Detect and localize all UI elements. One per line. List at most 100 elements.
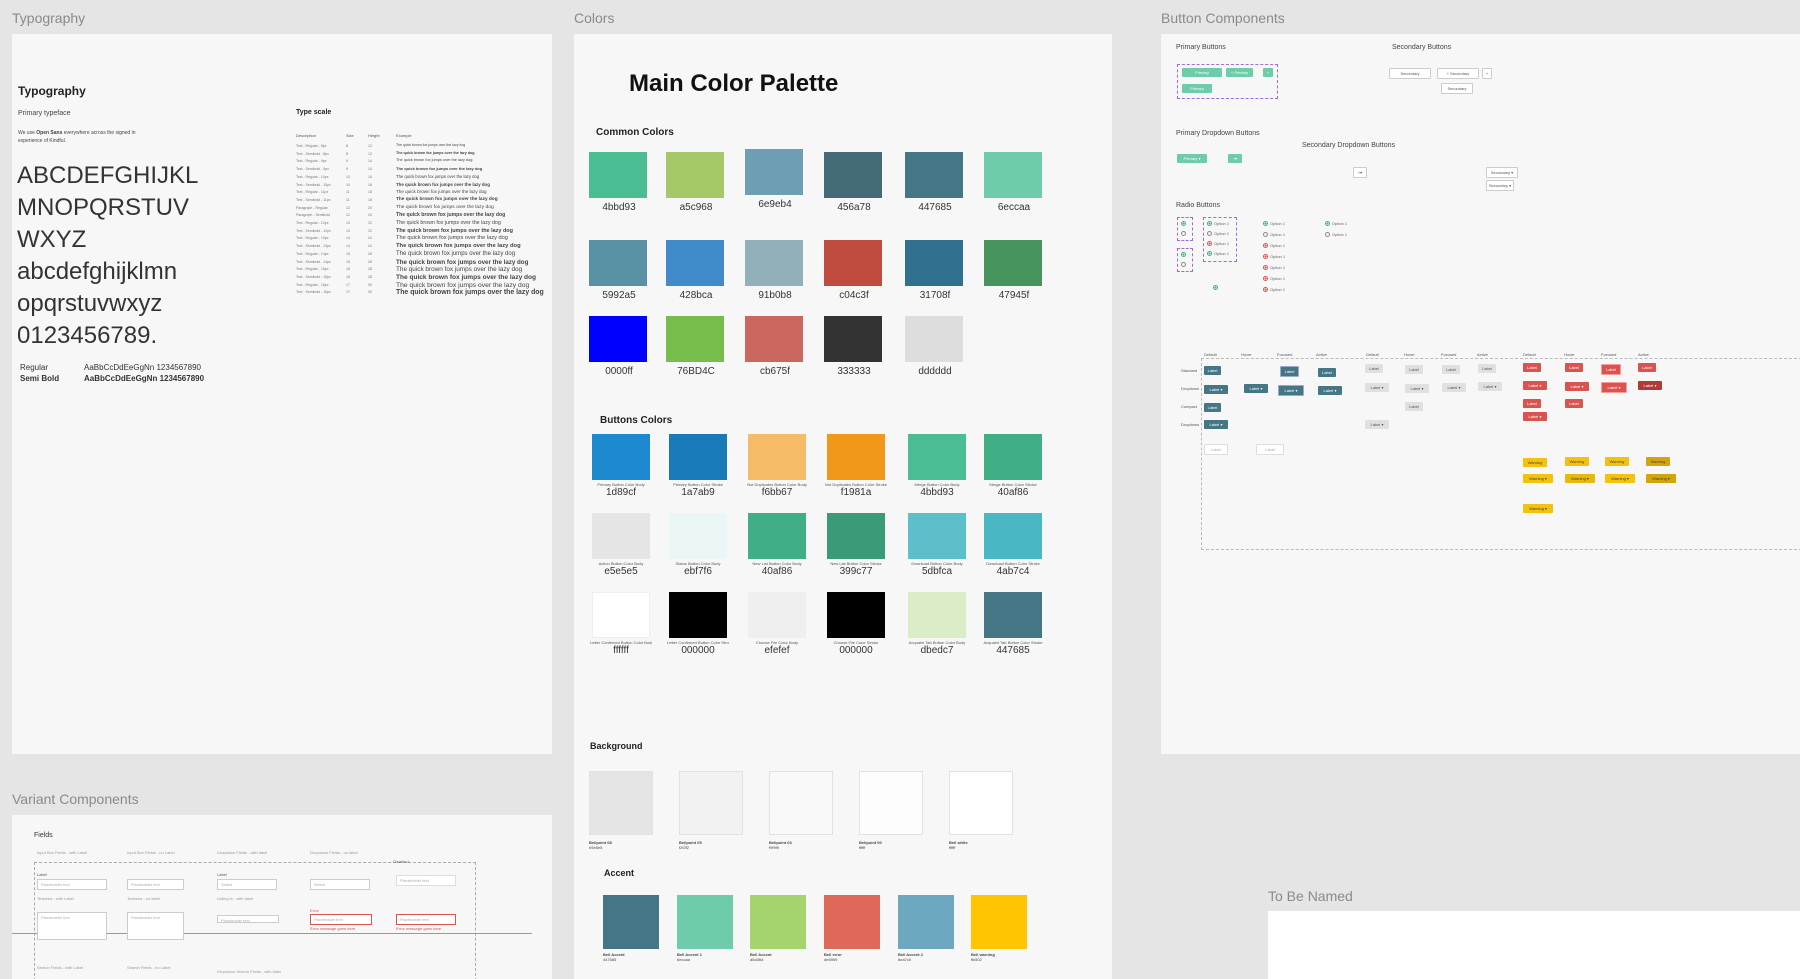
radio-button[interactable] (1181, 221, 1186, 226)
dropdown-state-button[interactable]: Label ▾ (1244, 384, 1268, 393)
secondary-dropdown-icon-button[interactable]: +▾ (1353, 167, 1367, 178)
primary-dropdown-button[interactable]: Primary ▾ (1177, 154, 1207, 163)
radio-button[interactable] (1263, 287, 1268, 292)
primary-dropdown-icon-button[interactable]: +▾ (1228, 154, 1242, 163)
color-swatch[interactable]: 428bca (666, 240, 726, 301)
button-color-swatch[interactable]: Merge Button Color Body 4bbd93 (906, 434, 968, 498)
state-button[interactable]: Label (1523, 399, 1541, 408)
radio-button[interactable] (1207, 221, 1212, 226)
dropdown-state-button[interactable]: Label ▾ (1638, 381, 1662, 390)
radio-button[interactable] (1263, 221, 1268, 226)
dropdown-input[interactable]: Select (217, 879, 277, 890)
color-swatch[interactable]: 456a78 (824, 152, 884, 213)
color-swatch[interactable]: 447685 (905, 152, 965, 213)
radio-button[interactable] (1263, 232, 1268, 237)
state-button[interactable]: Label (1204, 366, 1221, 375)
frame-title-button-components[interactable]: Button Components (1161, 10, 1285, 26)
dropdown-state-button[interactable]: Label ▾ (1523, 381, 1547, 390)
textarea[interactable]: Placeholder text (37, 912, 107, 940)
dropdown-state-button[interactable]: Label ▾ (1442, 383, 1466, 392)
button-color-swatch[interactable]: Primary Button Color Body 1d89cf (590, 434, 652, 498)
dropdown-state-button[interactable]: Warning ▾ (1605, 474, 1635, 483)
radio-button[interactable] (1263, 265, 1268, 270)
background-swatch[interactable]: Bellpoint 03 f9f9f9 (769, 771, 833, 850)
background-swatch[interactable]: Bellpoint 00 ffffff (859, 771, 923, 850)
dropdown-state-button[interactable]: Label ▾ (1478, 382, 1502, 391)
listing-input[interactable]: Placeholder text (217, 915, 279, 923)
state-button[interactable]: Warning (1523, 458, 1547, 467)
button-color-swatch[interactable]: Merge Button Color Stroke 40af86 (982, 434, 1044, 498)
dropdown-state-button[interactable]: Label ▾ (1365, 420, 1389, 429)
dropdown-state-button[interactable]: Label ▾ (1278, 385, 1304, 396)
radio-button[interactable] (1207, 251, 1212, 256)
error-input[interactable]: Placeholder text (310, 914, 372, 925)
dropdown-state-button[interactable]: Label ▾ (1204, 385, 1228, 394)
frame-title-colors[interactable]: Colors (574, 10, 614, 26)
radio-button[interactable] (1181, 262, 1186, 267)
button-color-swatch[interactable]: Download Button Color Stroke 4ab7c4 (982, 513, 1044, 577)
accent-swatch[interactable]: Bell Accent 1 6eccaa (677, 895, 733, 962)
dropdown-state-button[interactable]: Label ▾ (1405, 384, 1429, 393)
color-swatch[interactable]: 31708f (905, 240, 965, 301)
colors-frame[interactable]: Main Color Palette Common Colors 4bbd93 a… (574, 34, 1112, 979)
color-swatch[interactable]: 4bbd93 (589, 152, 649, 213)
radio-button[interactable] (1181, 231, 1186, 236)
button-color-swatch[interactable]: Action Button Color Body e5e5e5 (590, 513, 652, 577)
dropdown-state-button[interactable]: Label ▾ (1204, 420, 1228, 429)
state-button[interactable]: Label (1405, 365, 1423, 374)
dropdown-state-button[interactable]: Label ▾ (1523, 412, 1547, 421)
color-swatch[interactable]: 91b0b8 (745, 240, 805, 301)
button-color-swatch[interactable]: New List Button Color Body 40af86 (746, 513, 808, 577)
accent-swatch[interactable]: Bell error de6959 (824, 895, 880, 962)
secondary-button[interactable]: Secondary (1389, 68, 1431, 79)
primary-button-small[interactable]: Primary (1182, 84, 1212, 93)
radio-button[interactable] (1263, 254, 1268, 259)
accent-swatch[interactable]: Bell warning ffc502 (971, 895, 1027, 962)
button-color-swatch[interactable]: Choose File Color Stroke 000000 (825, 592, 887, 656)
state-button[interactable]: Label (1405, 402, 1423, 411)
dropdown-state-button[interactable]: Warning ▾ (1646, 474, 1676, 483)
button-color-swatch[interactable]: Letter Confirmed Button Color Stroke 0000… (667, 592, 729, 656)
button-color-swatch[interactable]: Acquaint Tab Button Color Body dbedc7 (906, 592, 968, 656)
secondary-add-button[interactable]: + (1482, 68, 1492, 79)
radio-button[interactable] (1213, 285, 1218, 290)
state-button[interactable]: Warning (1605, 457, 1629, 466)
color-swatch[interactable]: c04c3f (824, 240, 884, 301)
state-button[interactable]: Warning (1646, 457, 1670, 466)
secondary-button-icon[interactable]: + Secondary (1437, 68, 1479, 79)
dropdown-state-button[interactable]: Label ▾ (1565, 382, 1589, 391)
dropdown-state-button[interactable]: Warning ▾ (1523, 504, 1553, 513)
variant-components-frame[interactable]: Fields Input Box Fields - with Label Inpu… (12, 815, 552, 979)
state-button[interactable]: Label (1478, 364, 1496, 373)
textarea[interactable]: Placeholder text (127, 912, 184, 940)
radio-button[interactable] (1181, 252, 1186, 257)
primary-button-icon[interactable]: + Primary (1226, 68, 1253, 77)
typography-frame[interactable]: Typography Primary typeface We use Open … (12, 34, 552, 754)
state-button[interactable]: Warning (1565, 457, 1589, 466)
button-color-swatch[interactable]: Primary Button Color Stroke 1a7ab9 (667, 434, 729, 498)
radio-button[interactable] (1263, 243, 1268, 248)
frame-title-typography[interactable]: Typography (12, 10, 85, 26)
color-swatch[interactable]: 47945f (984, 240, 1044, 301)
state-button[interactable]: Label (1365, 364, 1383, 373)
state-button[interactable]: Label (1318, 368, 1336, 377)
dropdown-state-button[interactable]: Label ▾ (1318, 386, 1342, 395)
state-button[interactable]: Label (1523, 363, 1541, 372)
secondary-button-small[interactable]: Secondary (1441, 83, 1473, 94)
button-color-swatch[interactable]: Download Button Color Body 5dbfca (906, 513, 968, 577)
background-swatch[interactable]: Bellpoint 08 e5e5e5 (589, 771, 653, 850)
button-color-swatch[interactable]: Choose File Color Body efefef (746, 592, 808, 656)
text-input[interactable]: Placeholder text (37, 879, 107, 890)
state-button[interactable]: Label (1601, 364, 1621, 375)
color-swatch[interactable]: a5c968 (666, 152, 726, 213)
secondary-dropdown-button[interactable]: Secondary ▾ (1486, 167, 1518, 178)
color-swatch[interactable]: dddddd (905, 316, 965, 377)
radio-button[interactable] (1325, 221, 1330, 226)
button-components-frame[interactable]: Primary Buttons Primary + Primary + Prim… (1161, 34, 1800, 754)
primary-add-button[interactable]: + (1263, 68, 1273, 77)
button-color-swatch[interactable]: Acquaint Tab Button Color Stroke 447685 (982, 592, 1044, 656)
button-color-swatch[interactable]: Not Duplicates Button Color Body f6bb67 (746, 434, 808, 498)
secondary-dropdown-button-small[interactable]: Secondary ▾ (1486, 180, 1514, 191)
accent-swatch[interactable]: Bell Accent a5d36d (750, 895, 806, 962)
button-color-swatch[interactable]: Not Duplicates Button Color Stroke f1981a (825, 434, 887, 498)
